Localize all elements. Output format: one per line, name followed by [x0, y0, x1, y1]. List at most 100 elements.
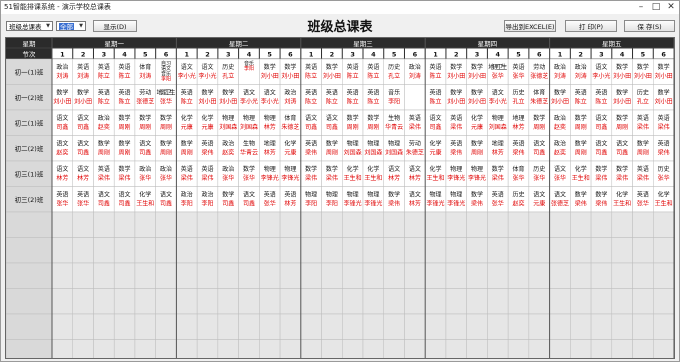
cell-teacher: 朱德芝 — [530, 98, 548, 106]
cell-teacher: 刘涛 — [139, 72, 151, 80]
cell-teacher: 陈立 — [305, 72, 317, 80]
timetable-cell — [217, 262, 239, 289]
timetable-cell — [466, 339, 488, 358]
cell-teacher: 陈立 — [430, 72, 442, 80]
cell-subject: 数学 — [554, 89, 566, 97]
timetable-cell — [134, 84, 156, 111]
cell-teacher: 张华 — [492, 72, 504, 80]
cell-subject: 地理 — [264, 140, 276, 148]
cell-subject: 物理 — [367, 191, 379, 199]
toolbar: 班级总课表 ▼ 全部 ▼ 显示(D) 班级总课表 导出到EXCEL(E) 打 印… — [1, 16, 679, 36]
cell-subject: 物理 — [388, 140, 400, 148]
save-button[interactable]: 保 存(S) — [624, 20, 675, 32]
cell-subject: 政治 — [160, 165, 172, 173]
timetable-cell — [528, 339, 550, 358]
timetable-cell — [445, 211, 467, 238]
period-header: 3 — [475, 50, 480, 58]
cell-subject: 物理 — [243, 114, 255, 122]
timetable-cell — [445, 160, 467, 187]
cell-teacher: 刘小田 — [447, 72, 465, 80]
cell-subject: 数学 — [471, 63, 483, 71]
timetable-cell — [487, 313, 509, 340]
app-window: 51智能排课系统 - 演示学校总课表 – □ ✕ 班级总课表 ▼ 全部 ▼ 显示… — [0, 0, 680, 362]
timetable-cell — [424, 313, 447, 340]
cell-teacher: 张华 — [512, 72, 524, 80]
cell-subject: 语文 — [492, 89, 504, 97]
timetable-cell — [528, 84, 550, 111]
timetable-cell — [528, 135, 550, 162]
class-row-label: 初一(1)班 — [15, 67, 44, 76]
timetable-cell — [632, 288, 654, 315]
minimize-icon[interactable]: – — [633, 1, 649, 14]
cell-subject: 语文 — [181, 63, 193, 71]
timetable-cell — [549, 339, 571, 358]
timetable-cell — [342, 313, 364, 340]
timetable-cell — [238, 262, 260, 289]
timetable-cell — [362, 84, 384, 111]
timetable-grid[interactable]: 星期 节次 星期一 1 2 3 4 5 6 星期二 1 2 3 4 5 6 星期三 1 2 3 4 5 6 星期四 1 2 3 4 5 6… — [5, 37, 675, 359]
timetable-cell — [196, 58, 219, 85]
cell-teacher: 刘小田 — [281, 72, 299, 80]
cell-subject: 数学 — [119, 140, 131, 148]
cell-subject: 历史 — [533, 165, 545, 173]
row-label-bg — [6, 313, 53, 340]
close-icon[interactable]: ✕ — [663, 1, 679, 14]
timetable-cell — [590, 135, 613, 162]
timetable-cell — [134, 237, 156, 264]
cell-subject: 物理 — [347, 140, 359, 148]
timetable-cell — [570, 339, 592, 358]
timetable-cell — [51, 84, 73, 111]
timetable-cell — [217, 84, 239, 111]
timetable-cell — [445, 84, 467, 111]
cell-teacher: 张德芝 — [530, 72, 548, 80]
timetable-cell — [321, 109, 343, 136]
timetable-cell — [134, 160, 156, 187]
cell-teacher: 梁伟 — [658, 149, 670, 157]
cell-subject: 数学 — [658, 89, 670, 97]
cell-subject: 数学 — [492, 165, 504, 173]
timetable-cell — [238, 109, 260, 136]
timetable-cell — [342, 58, 364, 85]
timetable-cell — [342, 135, 364, 162]
cell-teacher: 李锋光 — [261, 174, 279, 182]
cell-teacher: 林芳 — [492, 149, 504, 157]
timetable-cell — [155, 288, 177, 315]
cell-subject: 语文 — [554, 165, 566, 173]
timetable-cell — [93, 135, 115, 162]
cell-teacher: 周刚 — [326, 149, 338, 157]
export-excel-button[interactable]: 导出到EXCEL(E) — [504, 20, 556, 32]
print-button[interactable]: 打 印(P) — [565, 20, 617, 32]
cell-teacher: 王生和 — [344, 174, 362, 182]
cell-teacher: 梁伟 — [492, 174, 504, 182]
day-header: 星期二 — [229, 40, 249, 48]
timetable-cell — [383, 84, 405, 111]
timetable-cell — [342, 160, 364, 187]
cell-subject: 英语 — [637, 191, 649, 199]
timetable-cell — [342, 84, 364, 111]
timetable-cell — [72, 186, 94, 213]
cell-subject: 化学 — [139, 191, 151, 199]
cell-subject: 英语 — [326, 89, 338, 97]
cell-subject: 政治 — [222, 140, 234, 148]
cell-teacher: 李锋光 — [427, 200, 445, 208]
timetable-cell — [466, 313, 488, 340]
cell-subject: 数学 — [450, 63, 462, 71]
cell-teacher: 张德芝 — [551, 200, 569, 208]
timetable-cell — [134, 58, 156, 85]
cell-subject: 数学 — [326, 140, 338, 148]
cell-subject: 数学 — [471, 191, 483, 199]
cell-teacher: 司鑫 — [56, 123, 68, 131]
period-header: 6 — [164, 50, 169, 58]
timetable-cell — [238, 211, 260, 238]
timetable-cell — [176, 313, 198, 340]
cell-subject: 数学 — [616, 114, 628, 122]
cell-teacher: 梁伟 — [181, 174, 193, 182]
timetable-cell — [176, 288, 198, 315]
timetable-cell — [632, 160, 654, 187]
cell-teacher: 刘小田 — [219, 98, 237, 106]
maximize-icon[interactable]: □ — [648, 1, 664, 14]
timetable-cell — [51, 211, 73, 238]
cell-subject: 李阳 — [244, 65, 254, 72]
cell-subject: 语文 — [533, 140, 545, 148]
timetable-cell — [321, 135, 343, 162]
